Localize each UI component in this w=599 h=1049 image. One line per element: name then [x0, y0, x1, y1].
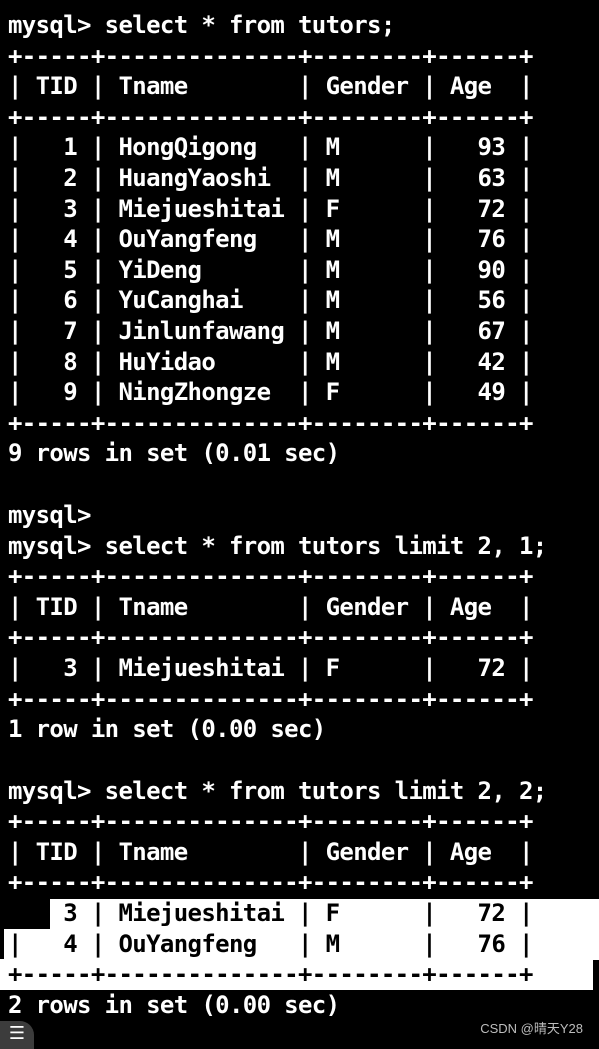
table-border-top: +-----+--------------+--------+------+	[8, 807, 533, 835]
command-line: mysql> select * from tutors;	[8, 11, 395, 39]
table-row: | 4 | OuYangfeng | M | 76 |	[8, 930, 533, 958]
table-border-mid: +-----+--------------+--------+------+	[8, 623, 533, 651]
table-border-mid: +-----+--------------+--------+------+	[8, 868, 533, 896]
table-border-top: +-----+--------------+--------+------+	[8, 562, 533, 590]
status-line: 9 rows in set (0.01 sec)	[8, 439, 340, 467]
table-border-bottom: +-----+--------------+--------+------+	[8, 409, 533, 437]
table-row: | 6 | YuCanghai | M | 56 |	[8, 286, 533, 314]
table-row: | 1 | HongQigong | M | 93 |	[8, 133, 533, 161]
status-line: 2 rows in set (0.00 sec)	[8, 991, 340, 1019]
table-header: | TID | Tname | Gender | Age |	[8, 72, 533, 100]
table-border-top: +-----+--------------+--------+------+	[8, 42, 533, 70]
command-line: mysql> select * from tutors limit 2, 1;	[8, 532, 547, 560]
table-row: | 7 | Jinlunfawang | M | 67 |	[8, 317, 533, 345]
table-row: | 4 | OuYangfeng | M | 76 |	[8, 225, 533, 253]
empty-prompt: mysql>	[8, 501, 91, 529]
table-border-bottom: +-----+--------------+--------+------+	[8, 960, 533, 988]
terminal-window[interactable]: mysql> select * from tutors; +-----+----…	[0, 0, 599, 1049]
table-row: | 5 | YiDeng | M | 90 |	[8, 256, 533, 284]
table-header: | TID | Tname | Gender | Age |	[8, 838, 533, 866]
table-row: | 3 | Miejueshitai | F | 72 |	[8, 899, 533, 927]
menu-button[interactable]: ☰	[0, 1021, 34, 1049]
table-header: | TID | Tname | Gender | Age |	[8, 593, 533, 621]
command-line: mysql> select * from tutors limit 2, 2;	[8, 777, 547, 805]
status-line: 1 row in set (0.00 sec)	[8, 715, 326, 743]
table-row: | 3 | Miejueshitai | F | 72 |	[8, 195, 533, 223]
table-row: | 3 | Miejueshitai | F | 72 |	[8, 654, 533, 682]
menu-lines-icon: ☰	[8, 1023, 26, 1044]
watermark: CSDN @晴天Y28	[480, 1021, 583, 1036]
table-row: | 2 | HuangYaoshi | M | 63 |	[8, 164, 533, 192]
table-row: | 8 | HuYidao | M | 42 |	[8, 348, 533, 376]
table-row: | 9 | NingZhongze | F | 49 |	[8, 378, 533, 406]
table-border-bottom: +-----+--------------+--------+------+	[8, 685, 533, 713]
table-border-mid: +-----+--------------+--------+------+	[8, 103, 533, 131]
